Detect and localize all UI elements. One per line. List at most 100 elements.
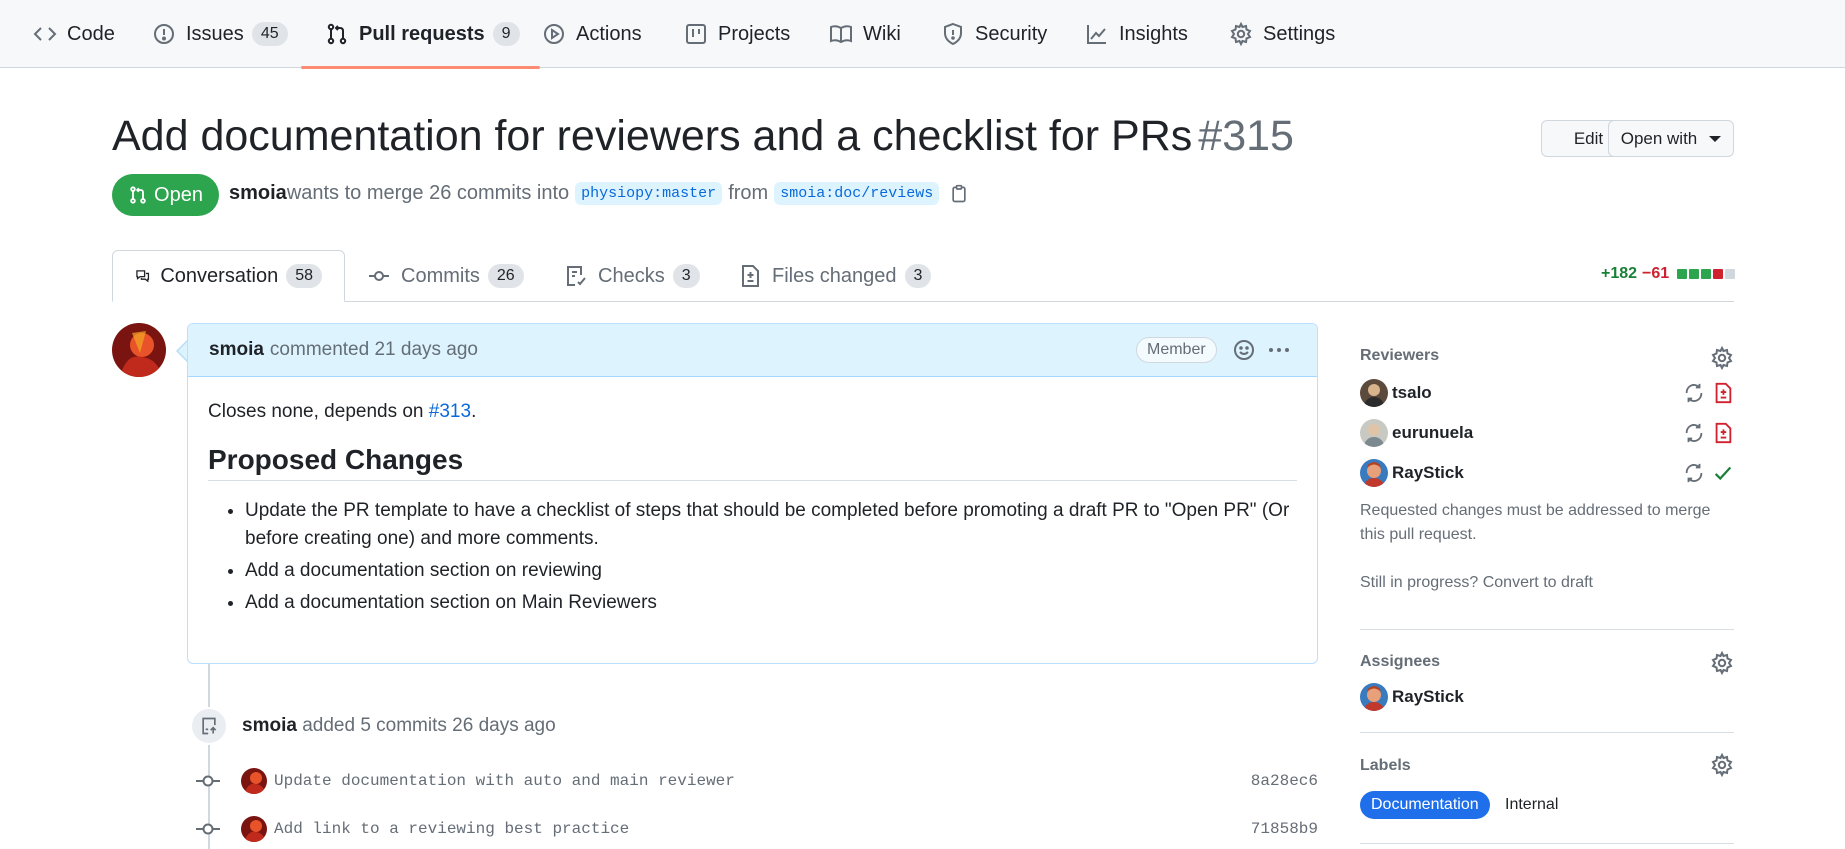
avatar[interactable] [1360, 683, 1388, 711]
base-branch[interactable]: physiopy:master [575, 182, 723, 205]
sync-icon[interactable] [1683, 422, 1705, 444]
tab-files-changed[interactable]: Files changed 3 [738, 250, 932, 302]
reviewer-row: RayStick [1360, 459, 1734, 487]
timeline-author[interactable]: smoia [242, 715, 297, 736]
file-diff-icon [1715, 422, 1732, 444]
labels-title: Labels [1360, 757, 1411, 774]
comment-author[interactable]: smoia [209, 339, 264, 361]
avatar[interactable] [112, 323, 166, 377]
table-icon [686, 24, 706, 44]
pr-description-comment: smoia commented 21 days ago Member Close… [187, 323, 1318, 664]
reviewer-name[interactable]: tsalo [1392, 383, 1432, 403]
play-icon [544, 24, 564, 44]
gear-icon[interactable] [1710, 753, 1734, 777]
file-diff-icon [1715, 382, 1732, 404]
head-branch[interactable]: smoia:doc/reviews [774, 182, 940, 205]
copy-icon[interactable] [949, 184, 969, 204]
nav-code-label: Code [67, 22, 115, 45]
commit-message[interactable]: Update documentation with auto and main … [274, 772, 735, 790]
reviewer-name[interactable]: eurunuela [1392, 423, 1473, 443]
nav-pull-requests-label: Pull requests [359, 22, 485, 45]
timeline-badge [190, 707, 228, 745]
tab-checks-count: 3 [672, 264, 700, 288]
list-item: Add a documentation section on Main Revi… [245, 589, 1297, 617]
nav-pull-requests[interactable]: Pull requests 9 [301, 0, 539, 69]
changes-list: Update the PR template to have a checkli… [208, 497, 1297, 617]
timeline-event: smoia added 5 commits 26 days ago [242, 715, 556, 737]
list-item: Update the PR template to have a checkli… [245, 497, 1297, 553]
reviewers-note: Requested changes must be addressed to m… [1360, 502, 1711, 543]
nav-issues-label: Issues [186, 22, 244, 45]
pull-requests-counter: 9 [492, 22, 520, 46]
sync-icon[interactable] [1683, 382, 1705, 404]
issue-link[interactable]: #313 [429, 401, 471, 422]
sidebar-divider [1360, 732, 1734, 733]
nav-projects[interactable]: Projects [684, 0, 790, 68]
pr-title-text: Add documentation for reviewers and a ch… [112, 112, 1193, 160]
check-icon [1714, 466, 1732, 481]
comment-timestamp[interactable]: commented 21 days ago [270, 339, 478, 361]
tab-conversation[interactable]: Conversation 58 [112, 250, 345, 302]
sidebar-divider [1360, 843, 1734, 844]
tab-commits-label: Commits [401, 264, 480, 287]
sidebar: Reviewers tsalo eurunuela RayStick Reque… [1360, 0, 1734, 849]
git-commit-icon [196, 775, 220, 787]
git-pull-request-icon [327, 23, 347, 45]
tab-commits-count: 26 [487, 264, 524, 288]
nav-wiki-label: Wiki [863, 22, 901, 45]
label-documentation[interactable]: Documentation [1360, 791, 1490, 819]
git-commit-icon [369, 271, 389, 281]
avatar[interactable] [241, 816, 267, 842]
convert-to-draft-link[interactable]: Still in progress? Convert to draft [1360, 571, 1734, 595]
gear-icon[interactable] [1710, 651, 1734, 675]
nav-insights-label: Insights [1119, 22, 1188, 45]
assignees-title: Assignees [1360, 653, 1441, 670]
commit-sha[interactable]: 71858b9 [1251, 820, 1318, 838]
sync-icon[interactable] [1683, 462, 1705, 484]
list-item: Add a documentation section on reviewing [245, 557, 1297, 585]
comment-intro-text: Closes none, depends on [208, 401, 429, 422]
nav-wiki[interactable]: Wiki [829, 0, 901, 68]
timeline-action: added 5 commits 26 days ago [302, 715, 556, 736]
kebab-horizontal-icon[interactable] [1266, 338, 1292, 362]
avatar[interactable] [1360, 459, 1388, 487]
smiley-icon[interactable] [1232, 338, 1256, 362]
page-title: Add documentation for reviewers and a ch… [112, 112, 1294, 161]
pr-number: #315 [1198, 112, 1294, 160]
reviewer-row: tsalo [1360, 379, 1734, 407]
tab-checks-label: Checks [598, 264, 665, 287]
nav-insights[interactable]: Insights [1085, 0, 1188, 68]
gear-icon[interactable] [1710, 346, 1734, 370]
gear-icon [1230, 22, 1252, 46]
reviewer-name[interactable]: RayStick [1392, 463, 1464, 483]
commit-sha[interactable]: 8a28ec6 [1251, 772, 1318, 790]
reviewers-title: Reviewers [1360, 347, 1440, 364]
nav-settings[interactable]: Settings [1229, 0, 1335, 68]
tab-checks[interactable]: Checks 3 [564, 250, 700, 302]
nav-issues[interactable]: Issues 45 [152, 0, 288, 68]
status-label: Open [154, 183, 203, 206]
from-text: from [728, 182, 769, 204]
comment-body: Closes none, depends on #313. Proposed C… [188, 377, 1317, 642]
file-diff-icon [742, 265, 759, 287]
member-badge: Member [1136, 337, 1217, 363]
merge-summary: smoia wants to merge 26 commits into phy… [229, 182, 969, 205]
avatar[interactable] [1360, 419, 1388, 447]
shield-icon [944, 22, 962, 46]
nav-security[interactable]: Security [941, 0, 1047, 68]
avatar[interactable] [1360, 379, 1388, 407]
assignee-name[interactable]: RayStick [1392, 687, 1464, 707]
label-internal[interactable]: Internal [1494, 791, 1570, 819]
avatar[interactable] [241, 768, 267, 794]
tab-commits[interactable]: Commits 26 [367, 250, 524, 302]
comment-heading: Proposed Changes [208, 446, 1297, 481]
commit-message[interactable]: Add link to a reviewing best practice [274, 820, 629, 838]
git-pull-request-icon [130, 186, 146, 204]
comment-intro-end: . [471, 401, 477, 422]
code-icon [33, 27, 57, 41]
nav-code[interactable]: Code [33, 0, 115, 68]
commit-row: Update documentation with auto and main … [196, 765, 1318, 797]
nav-actions[interactable]: Actions [542, 0, 642, 68]
nav-actions-label: Actions [576, 22, 642, 45]
pr-author-link[interactable]: smoia [229, 182, 287, 205]
